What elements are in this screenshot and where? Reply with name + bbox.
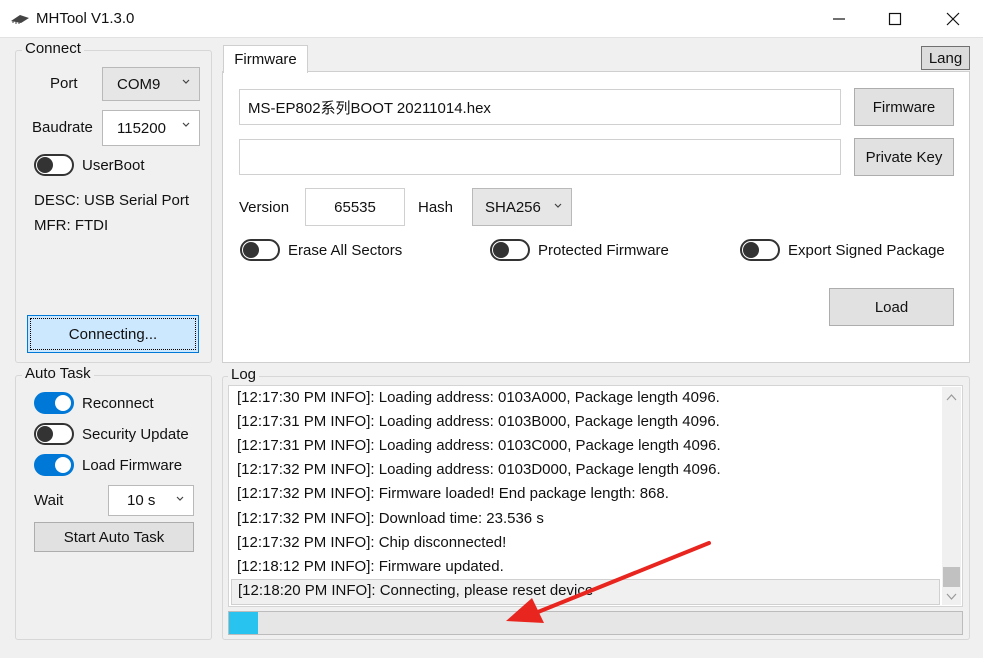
export-signed-package-toggle[interactable] bbox=[740, 239, 780, 261]
erase-all-sectors-label: Erase All Sectors bbox=[288, 242, 403, 259]
log-line: [12:17:32 PM INFO]: Firmware loaded! End… bbox=[237, 485, 669, 502]
chevron-down-icon bbox=[182, 79, 190, 84]
port-select[interactable]: COM9 bbox=[102, 67, 200, 101]
log-legend: Log bbox=[228, 366, 260, 383]
toggle-knob bbox=[37, 426, 53, 442]
chevron-up-icon bbox=[946, 394, 957, 401]
toggle-knob bbox=[493, 242, 509, 258]
autotask-legend: Auto Task bbox=[22, 365, 94, 382]
reconnect-toggle[interactable] bbox=[34, 392, 74, 414]
log-line: [12:17:31 PM INFO]: Loading address: 010… bbox=[237, 437, 721, 454]
security-update-toggle[interactable] bbox=[34, 423, 74, 445]
connect-button[interactable]: Connecting... bbox=[27, 315, 199, 353]
erase-all-sectors-toggle[interactable] bbox=[240, 239, 280, 261]
log-list[interactable]: [12:17:30 PM INFO]: Loading address: 010… bbox=[228, 385, 963, 607]
version-label: Version bbox=[239, 199, 290, 216]
progress-fill bbox=[229, 612, 259, 634]
export-signed-package-label: Export Signed Package bbox=[788, 242, 945, 259]
toggle-knob bbox=[55, 395, 71, 411]
version-input[interactable]: 65535 bbox=[305, 188, 405, 226]
minimize-icon bbox=[833, 18, 845, 20]
wait-select[interactable]: 10 s bbox=[108, 485, 194, 516]
toggle-knob bbox=[743, 242, 759, 258]
private-key-button[interactable]: Private Key bbox=[854, 138, 954, 176]
load-button[interactable]: Load bbox=[829, 288, 954, 326]
protected-firmware-toggle[interactable] bbox=[490, 239, 530, 261]
connect-legend: Connect bbox=[22, 40, 84, 57]
chevron-down-icon bbox=[554, 203, 562, 208]
chevron-down-icon bbox=[176, 496, 184, 501]
wait-label: Wait bbox=[34, 492, 64, 509]
log-line: [12:18:12 PM INFO]: Firmware updated. bbox=[237, 558, 504, 575]
load-firmware-toggle[interactable] bbox=[34, 454, 74, 476]
close-icon bbox=[946, 12, 960, 26]
wait-value: 10 s bbox=[127, 492, 156, 509]
reconnect-label: Reconnect bbox=[82, 395, 154, 412]
log-line: [12:17:30 PM INFO]: Loading address: 010… bbox=[237, 389, 720, 406]
private-key-input[interactable] bbox=[239, 139, 841, 175]
load-firmware-label: Load Firmware bbox=[82, 457, 183, 474]
toggle-knob bbox=[55, 457, 71, 473]
toggle-knob bbox=[37, 157, 53, 173]
device-mfr: MFR: FTDI bbox=[34, 217, 109, 234]
toggle-knob bbox=[243, 242, 259, 258]
tab-firmware[interactable]: Firmware bbox=[223, 45, 308, 73]
hash-select[interactable]: SHA256 bbox=[472, 188, 572, 226]
start-auto-task-button[interactable]: Start Auto Task bbox=[34, 522, 194, 552]
log-line: [12:17:31 PM INFO]: Loading address: 010… bbox=[237, 413, 720, 430]
baudrate-label: Baudrate bbox=[32, 119, 93, 136]
port-label: Port bbox=[50, 75, 78, 92]
close-button[interactable] bbox=[925, 0, 981, 38]
lang-button[interactable]: Lang bbox=[921, 46, 970, 70]
chevron-down-icon bbox=[946, 593, 957, 600]
window-title: MHTool V1.3.0 bbox=[36, 10, 135, 27]
device-desc: DESC: USB Serial Port bbox=[34, 192, 190, 209]
protected-firmware-label: Protected Firmware bbox=[538, 242, 669, 259]
minimize-button[interactable] bbox=[811, 0, 867, 38]
log-line-selected: [12:18:20 PM INFO]: Connecting, please r… bbox=[231, 579, 940, 605]
security-update-label: Security Update bbox=[82, 426, 189, 443]
log-line: [12:17:32 PM INFO]: Chip disconnected! bbox=[237, 534, 507, 551]
title-bar: MHTool V1.3.0 bbox=[0, 0, 983, 38]
maximize-icon bbox=[888, 12, 902, 26]
chip-icon bbox=[11, 15, 29, 24]
hash-label: Hash bbox=[418, 199, 454, 216]
scrollbar-thumb[interactable] bbox=[943, 567, 960, 587]
chevron-down-icon bbox=[182, 122, 190, 127]
baudrate-value: 115200 bbox=[117, 119, 166, 137]
log-line: [12:17:32 PM INFO]: Loading address: 010… bbox=[237, 461, 721, 478]
progress-bar bbox=[228, 611, 963, 635]
hash-value: SHA256 bbox=[485, 198, 541, 216]
maximize-button[interactable] bbox=[867, 0, 923, 38]
userboot-label: UserBoot bbox=[82, 157, 145, 174]
log-scrollbar[interactable] bbox=[942, 387, 961, 605]
userboot-toggle[interactable] bbox=[34, 154, 74, 176]
log-line: [12:17:32 PM INFO]: Download time: 23.53… bbox=[237, 510, 544, 527]
baudrate-select[interactable]: 115200 bbox=[102, 110, 200, 146]
firmware-path-input[interactable]: MS-EP802系列BOOT 20211014.hex bbox=[239, 89, 841, 125]
port-value: COM9 bbox=[117, 75, 161, 93]
firmware-button[interactable]: Firmware bbox=[854, 88, 954, 126]
